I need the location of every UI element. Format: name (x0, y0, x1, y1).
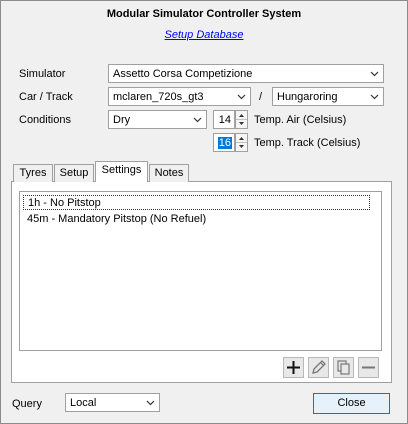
tab-settings[interactable]: Settings (95, 161, 148, 182)
track-value: Hungaroring (277, 91, 338, 103)
edit-button[interactable] (308, 357, 329, 378)
minus-icon (362, 366, 375, 369)
add-button[interactable] (283, 357, 304, 378)
car-dropdown[interactable]: mclaren_720s_gt3 (108, 87, 251, 106)
chevron-down-icon (370, 94, 379, 100)
arrow-up-icon[interactable] (236, 111, 247, 120)
plus-icon (287, 361, 300, 374)
track-dropdown[interactable]: Hungaroring (272, 87, 384, 106)
chevron-down-icon (193, 117, 202, 123)
temp-air-input[interactable]: 14 (213, 110, 235, 129)
close-button[interactable]: Close (313, 393, 390, 414)
pencil-icon (312, 360, 326, 374)
temp-track-label: Temp. Track (Celsius) (254, 137, 361, 149)
list-item[interactable]: 45m - Mandatory Pitstop (No Refuel) (23, 212, 210, 227)
arrow-down-icon[interactable] (236, 120, 247, 128)
tab-tyres[interactable]: Tyres (13, 164, 53, 182)
simulator-value: Assetto Corsa Competizione (113, 68, 253, 80)
chevron-down-icon (146, 400, 155, 406)
delete-button[interactable] (358, 357, 379, 378)
temp-track-stepper[interactable] (235, 133, 248, 152)
query-dropdown[interactable]: Local (65, 393, 160, 412)
temp-air-stepper[interactable] (235, 110, 248, 129)
car-track-label: Car / Track (19, 91, 73, 103)
settings-list[interactable]: 1h - No Pitstop 45m - Mandatory Pitstop … (19, 191, 382, 351)
simulator-dropdown[interactable]: Assetto Corsa Competizione (108, 64, 384, 83)
query-value: Local (70, 397, 97, 409)
tab-notes[interactable]: Notes (149, 164, 189, 182)
conditions-label: Conditions (19, 114, 71, 126)
simulator-label: Simulator (19, 68, 66, 80)
temp-air-label: Temp. Air (Celsius) (254, 114, 347, 126)
copy-icon (337, 360, 350, 375)
list-item[interactable]: 1h - No Pitstop (23, 195, 370, 210)
temp-track-input[interactable]: 16 (213, 133, 235, 152)
arrow-down-icon[interactable] (236, 143, 247, 151)
setup-database-link[interactable]: Setup Database (0, 29, 408, 41)
chevron-down-icon (370, 71, 379, 77)
weather-dropdown[interactable]: Dry (108, 110, 207, 129)
car-value: mclaren_720s_gt3 (113, 91, 204, 103)
car-track-separator: / (259, 91, 263, 103)
chevron-down-icon (237, 94, 246, 100)
temp-air-value: 14 (218, 114, 231, 126)
arrow-up-icon[interactable] (236, 134, 247, 143)
weather-value: Dry (113, 114, 131, 126)
temp-track-value: 16 (217, 137, 232, 149)
copy-button[interactable] (333, 357, 354, 378)
tab-setup[interactable]: Setup (54, 164, 94, 182)
window-title: Modular Simulator Controller System (106, 8, 302, 20)
query-label: Query (12, 398, 42, 410)
